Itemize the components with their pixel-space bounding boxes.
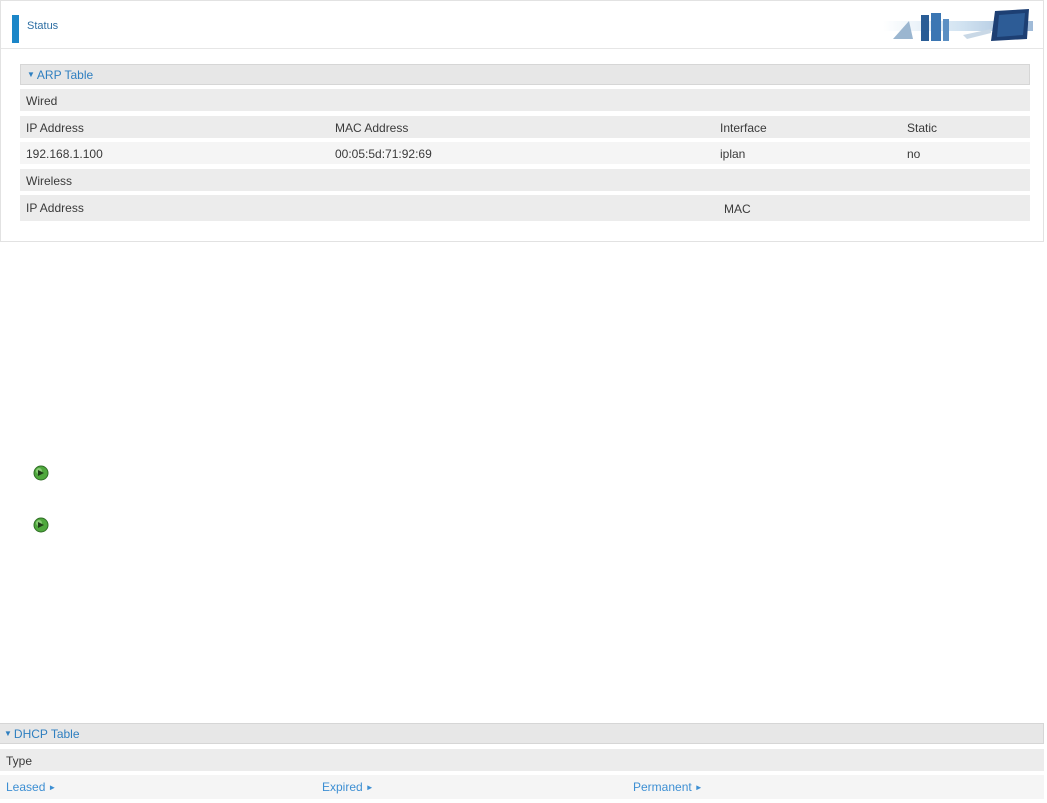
collapse-triangle-icon: ▼ bbox=[4, 729, 12, 738]
type-label: Type bbox=[6, 754, 33, 768]
status-panel: Status ▼ ARP Table Wired IP Address MAC … bbox=[0, 0, 1044, 242]
expired-link[interactable]: Expired ► bbox=[322, 780, 374, 794]
arp-column-header-row: IP Address MAC Address Interface Static bbox=[20, 116, 1030, 138]
status-accent-bar bbox=[12, 15, 19, 43]
panel-header: Status bbox=[1, 1, 1043, 49]
arp-static-cell: no bbox=[907, 147, 921, 161]
leased-link[interactable]: Leased ► bbox=[6, 780, 56, 794]
dhcp-table-title: DHCP Table bbox=[13, 727, 80, 741]
column-header-interface: Interface bbox=[720, 121, 767, 135]
chevron-right-icon: ► bbox=[694, 783, 703, 792]
arp-interface-cell: iplan bbox=[720, 147, 746, 161]
green-arrow-bullet-icon bbox=[33, 517, 49, 533]
dhcp-links-row: Leased ► Expired ► Permanent ► bbox=[0, 775, 1044, 799]
wireless-section-row: Wireless bbox=[20, 169, 1030, 191]
column-header-mac: MAC Address bbox=[335, 121, 409, 135]
column-header-ip: IP Address bbox=[26, 121, 84, 135]
chevron-right-icon: ► bbox=[48, 783, 57, 792]
arp-ip-cell: 192.168.1.100 bbox=[26, 147, 103, 161]
chevron-right-icon: ► bbox=[365, 783, 374, 792]
page-title: Status bbox=[27, 20, 59, 32]
wireless-label: Wireless bbox=[26, 174, 73, 188]
wireless-column-header-mac: MAC bbox=[724, 202, 751, 216]
wired-label: Wired bbox=[26, 94, 58, 108]
green-arrow-bullet-icon bbox=[33, 465, 49, 481]
wireless-column-header-row: IP Address MAC bbox=[20, 195, 1030, 221]
dhcp-table-header[interactable]: ▼ DHCP Table bbox=[0, 723, 1044, 744]
arp-mac-cell: 00:05:5d:71:92:69 bbox=[335, 147, 432, 161]
permanent-link[interactable]: Permanent ► bbox=[633, 780, 703, 794]
column-header-static: Static bbox=[907, 121, 938, 135]
wireless-column-header-ip: IP Address bbox=[26, 201, 84, 215]
network-devices-graphic-icon bbox=[883, 9, 1033, 41]
collapse-triangle-icon: ▼ bbox=[27, 70, 35, 79]
dhcp-type-row: Type bbox=[0, 749, 1044, 771]
arp-table-header[interactable]: ▼ ARP Table bbox=[20, 64, 1030, 85]
arp-table-title: ARP Table bbox=[36, 68, 94, 82]
wired-section-row: Wired bbox=[20, 89, 1030, 111]
table-row: 192.168.1.100 00:05:5d:71:92:69 iplan no bbox=[20, 142, 1030, 164]
